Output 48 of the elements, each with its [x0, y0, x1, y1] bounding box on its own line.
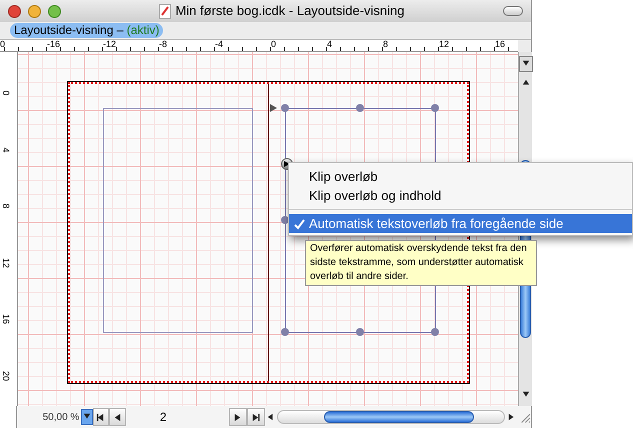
- first-page-button[interactable]: [92, 408, 110, 426]
- view-tab[interactable]: Layoutside-visning – (aktiv): [10, 23, 164, 38]
- ruler-label: 20: [1, 370, 11, 380]
- ruler-label: -4: [215, 40, 224, 50]
- ruler-label: 4: [327, 40, 332, 50]
- arrow-left-icon: [113, 412, 122, 422]
- ruler-label: -12: [103, 40, 116, 50]
- caret-icon: [82, 413, 91, 421]
- close-button[interactable]: [8, 4, 21, 18]
- ruler-label: 0: [0, 40, 6, 50]
- menu-item[interactable]: Automatisk tekstoverløb fra foregående side: [289, 214, 632, 233]
- ruler-label: 12: [439, 40, 450, 50]
- ruler-label: 4: [1, 146, 11, 154]
- zoom-button[interactable]: [48, 4, 61, 18]
- split-button[interactable]: [518, 56, 532, 72]
- toolbar-toggle-button[interactable]: [503, 6, 523, 16]
- ruler-label: 0: [271, 40, 276, 50]
- skip-forward-icon: [251, 412, 260, 422]
- menu-item[interactable]: Klip overløb: [289, 167, 632, 186]
- zoom-dropdown-button[interactable]: [81, 409, 92, 425]
- ruler-label: 16: [1, 314, 11, 324]
- ruler-label: 8: [383, 40, 388, 50]
- previous-page-button[interactable]: [109, 408, 126, 426]
- ruler-label: -16: [47, 40, 60, 50]
- horizontal-scroll-thumb[interactable]: [324, 411, 474, 423]
- tooltip: Overfører automatisk overskydende tekst fra den sidste tekstramme, som understøtter automatisk overløb til andre sider.: [305, 240, 537, 286]
- flow-arrow-icon: [270, 104, 278, 112]
- menu-item[interactable]: Klip overløb og indhold: [289, 186, 632, 205]
- ruler-label: 0: [1, 89, 11, 98]
- arrow-right-icon: [508, 413, 516, 421]
- ruler-label: 16: [495, 40, 506, 50]
- arrow-right-icon: [233, 412, 242, 422]
- arrow-up-icon: [522, 79, 530, 87]
- ruler-label: 12: [1, 258, 11, 268]
- caret-icon: [522, 60, 530, 68]
- window-title: Min første bog.icdk - Layoutside-visning: [175, 2, 405, 20]
- skip-back-icon: [96, 412, 106, 422]
- document-icon: [159, 4, 172, 18]
- checkmark-icon: [294, 218, 304, 230]
- zoom-level: 50,00 %: [42, 410, 80, 424]
- ruler-label: 8: [1, 202, 11, 210]
- arrow-left-icon: [267, 413, 276, 421]
- last-page-button[interactable]: [246, 408, 265, 426]
- minimize-button[interactable]: [28, 4, 41, 18]
- ruler-label: -8: [159, 40, 168, 50]
- page-number: 2: [160, 409, 168, 426]
- next-page-button[interactable]: [228, 408, 247, 426]
- arrow-down-icon: [522, 391, 530, 399]
